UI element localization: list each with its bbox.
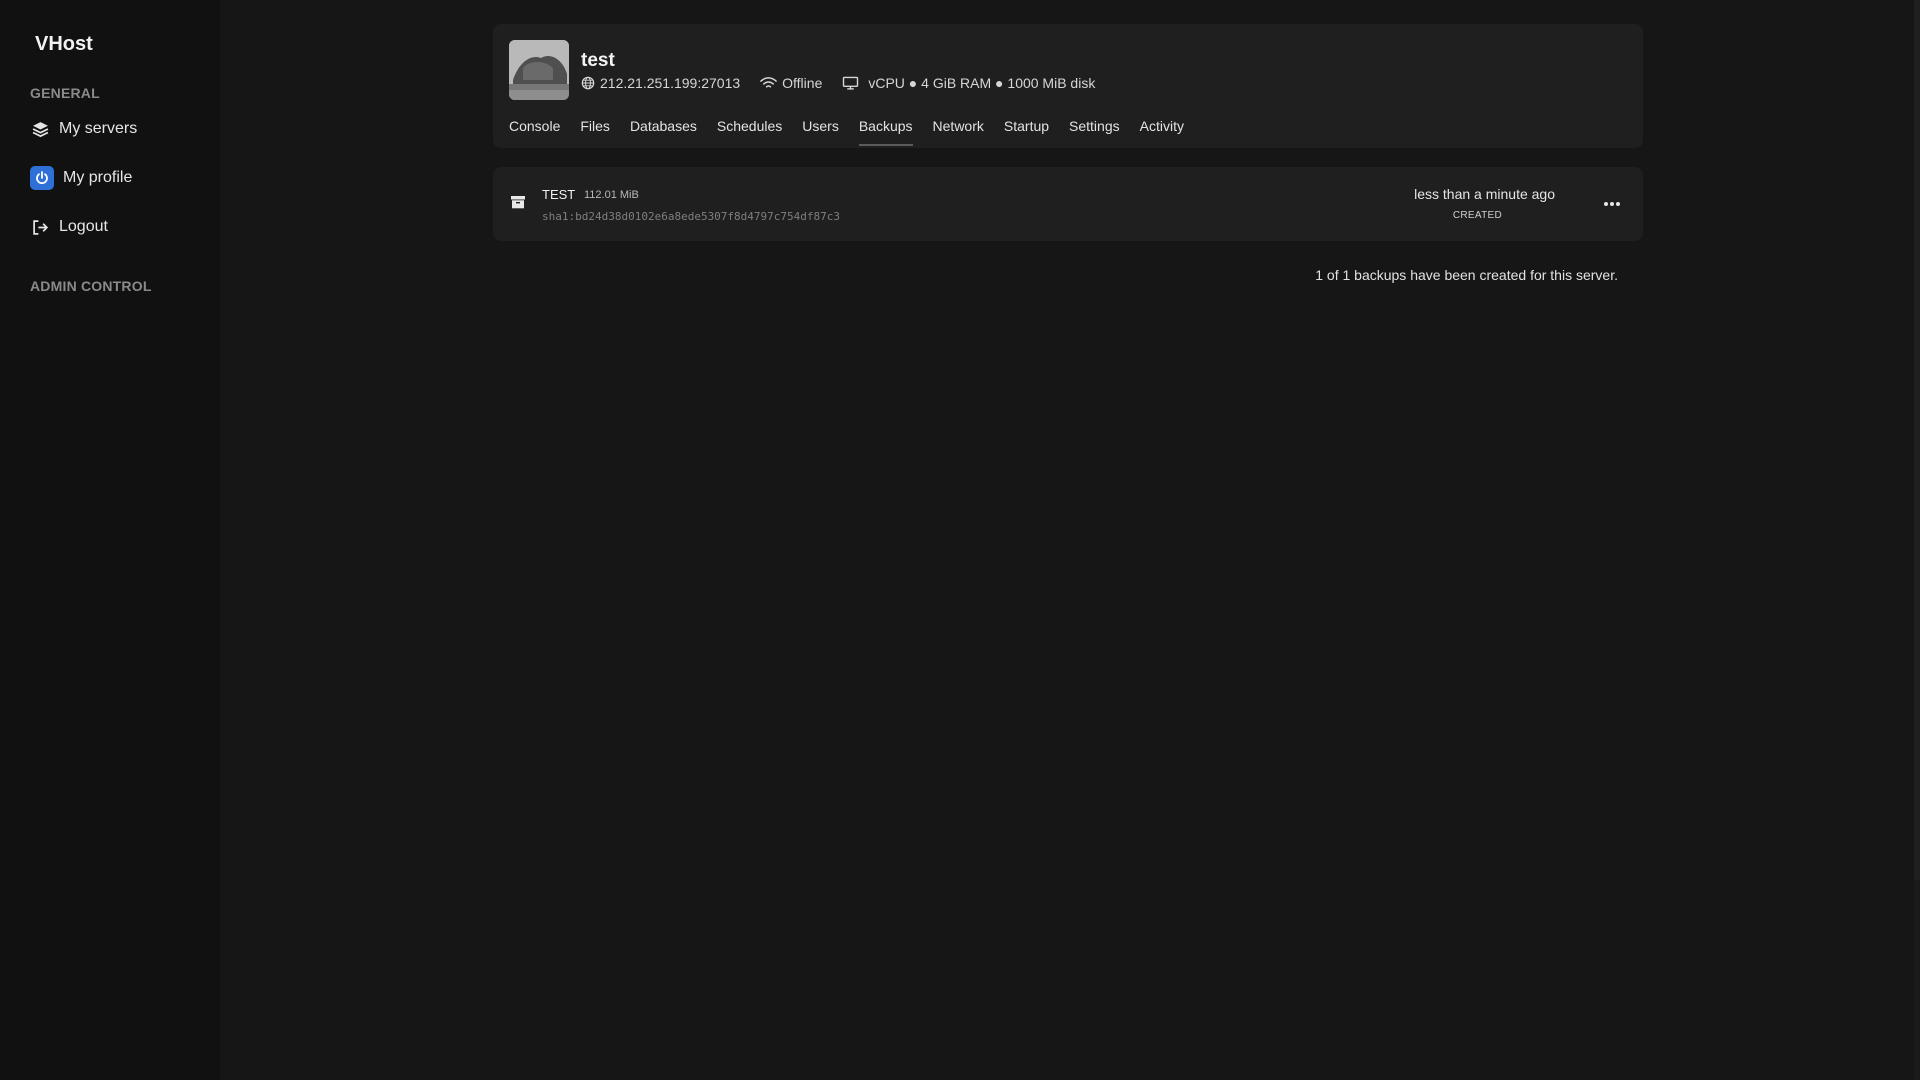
- tab-schedules[interactable]: Schedules: [717, 118, 782, 146]
- server-meta-row: 212.21.251.199:27013 Offline vCPU ● 4 Gi…: [581, 75, 1115, 91]
- sidebar-item-label: My profile: [63, 169, 133, 186]
- server-avatar: [509, 40, 569, 100]
- page-scrollbar[interactable]: [1914, 0, 1920, 1080]
- power-icon: [30, 166, 54, 190]
- sidebar-item-logout[interactable]: Logout: [30, 217, 108, 237]
- sidebar-item-label: Logout: [59, 218, 108, 235]
- tab-startup[interactable]: Startup: [1004, 118, 1049, 146]
- backup-created-time: less than a minute ago: [1414, 186, 1555, 202]
- tab-databases[interactable]: Databases: [630, 118, 697, 146]
- monitor-icon: [843, 76, 859, 90]
- brand-logo-text[interactable]: VHost: [35, 33, 93, 56]
- backup-checksum: sha1:bd24d38d0102e6a8ede5307f8d4797c754d…: [542, 210, 841, 223]
- wifi-icon: [760, 77, 777, 88]
- server-address-text: 212.21.251.199:27013: [600, 75, 741, 91]
- logout-icon: [30, 217, 50, 237]
- server-status: Offline: [760, 75, 822, 91]
- server-resources: vCPU ● 4 GiB RAM ● 1000 MiB disk: [842, 75, 1095, 91]
- tab-files[interactable]: Files: [580, 118, 610, 146]
- section-label-general: GENERAL: [30, 85, 100, 101]
- sidebar-item-my-profile[interactable]: My profile: [30, 166, 132, 190]
- sidebar-item-my-servers[interactable]: My servers: [30, 119, 137, 139]
- server-header-card: test 212.21.251.199:27013 Offline vCPU ●…: [493, 24, 1643, 148]
- archive-icon: [510, 194, 526, 215]
- server-status-text: Offline: [782, 75, 823, 91]
- server-resources-text: vCPU ● 4 GiB RAM ● 1000 MiB disk: [868, 75, 1096, 91]
- sidebar: VHost GENERAL My servers My profile Logo…: [0, 0, 220, 1080]
- server-address: 212.21.251.199:27013: [581, 75, 740, 91]
- tab-console[interactable]: Console: [509, 118, 560, 146]
- tab-network[interactable]: Network: [933, 118, 984, 146]
- scrollbar-thumb[interactable]: [1914, 0, 1920, 880]
- section-label-admin-control: ADMIN CONTROL: [30, 278, 152, 294]
- backup-row[interactable]: TEST 112.01 MiB sha1:bd24d38d0102e6a8ede…: [493, 167, 1643, 241]
- backup-size: 112.01 MiB: [584, 189, 639, 201]
- tab-settings[interactable]: Settings: [1069, 118, 1120, 146]
- backup-status-label: CREATED: [1452, 210, 1502, 221]
- tab-activity[interactable]: Activity: [1140, 118, 1184, 146]
- backup-name: TEST: [542, 187, 576, 202]
- more-horizontal-icon: [1604, 202, 1620, 206]
- tab-backups[interactable]: Backups: [858, 118, 913, 146]
- server-tabs: Console Files Databases Schedules Users …: [509, 118, 1204, 146]
- backup-options-button[interactable]: [1601, 193, 1623, 215]
- backup-count-note: 1 of 1 backups have been created for thi…: [1315, 267, 1618, 283]
- globe-icon: [581, 76, 595, 90]
- layers-icon: [30, 119, 50, 139]
- sidebar-item-label: My servers: [59, 120, 138, 137]
- server-name: test: [581, 50, 615, 71]
- tab-users[interactable]: Users: [802, 118, 839, 146]
